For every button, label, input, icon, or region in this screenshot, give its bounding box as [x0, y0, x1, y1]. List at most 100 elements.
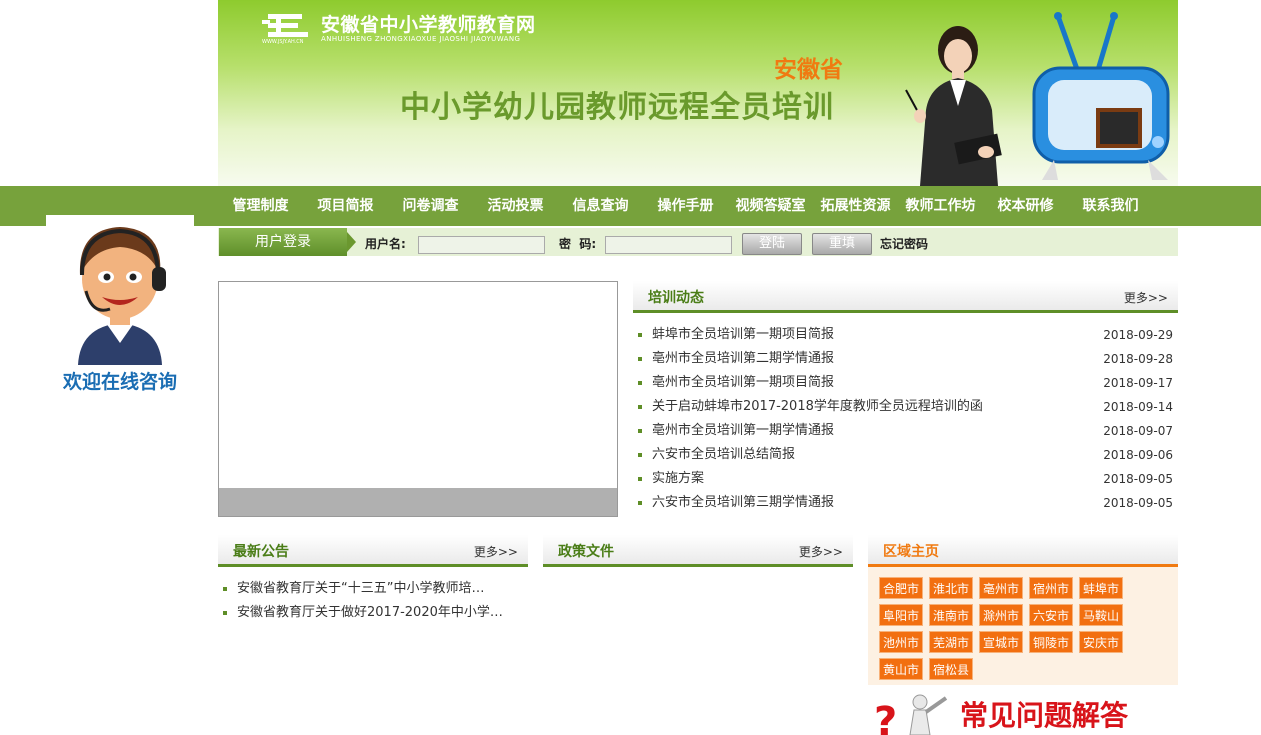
bullet-icon: [638, 477, 642, 481]
region-link[interactable]: 宣城市: [979, 631, 1023, 653]
nav-item-survey[interactable]: 问卷调查: [388, 186, 473, 226]
region-link[interactable]: 合肥市: [879, 577, 923, 599]
notices-more-link[interactable]: 更多>>: [474, 543, 518, 560]
password-label: 密 码:: [559, 237, 597, 251]
notice-link[interactable]: 安徽省教育厅关于做好2017-2020年中小学…: [237, 601, 503, 625]
bullet-icon: [223, 611, 227, 615]
login-button[interactable]: 登陆: [742, 233, 802, 255]
nav-item-contact[interactable]: 联系我们: [1068, 186, 1153, 226]
bullet-icon: [223, 587, 227, 591]
header-banner: 安徽省中小学教师教育网 ANHUISHENG ZHONGXIAOXUE JIAO…: [218, 0, 1178, 186]
training-news-more-link[interactable]: 更多>>: [1124, 289, 1168, 306]
faq-label: 常见问题解答: [960, 699, 1129, 732]
nav-item-resources[interactable]: 拓展性资源: [813, 186, 898, 226]
bullet-icon: [638, 429, 642, 433]
forgot-password-link[interactable]: 忘记密码: [880, 235, 928, 252]
nav-item-school-study[interactable]: 校本研修: [983, 186, 1068, 226]
list-item: 亳州市全员培训第二期学情通报 2018-09-28: [633, 347, 1178, 371]
tv-illustration-icon: [1032, 12, 1170, 180]
list-item: 安徽省教育厅关于做好2017-2020年中小学…: [218, 601, 528, 625]
regions-panel: 合肥市 淮北市 亳州市 宿州市 蚌埠市 阜阳市 淮南市 滁州市 六安市 马鞍山 …: [868, 567, 1178, 685]
region-link[interactable]: 马鞍山: [1079, 604, 1123, 626]
login-tab: 用户登录: [219, 228, 356, 256]
reset-button[interactable]: 重填: [812, 233, 872, 255]
news-link[interactable]: 亳州市全员培训第二期学情通报: [652, 347, 834, 371]
news-date: 2018-09-06: [1103, 448, 1173, 462]
notices-header: 最新公告 更多>>: [218, 535, 528, 567]
slideshow-caption-bar: [219, 488, 617, 516]
page: 安徽省中小学教师教育网 ANHUISHENG ZHONGXIAOXUE JIAO…: [0, 0, 1261, 735]
list-item: 亳州市全员培训第一期项目简报 2018-09-17: [633, 371, 1178, 395]
news-link[interactable]: 关于启动蚌埠市2017-2018学年度教师全员远程培训的函: [652, 395, 983, 419]
news-link[interactable]: 亳州市全员培训第一期项目简报: [652, 371, 834, 395]
news-date: 2018-09-05: [1103, 496, 1173, 510]
list-item: 蚌埠市全员培训第一期项目简报 2018-09-29: [633, 323, 1178, 347]
region-link[interactable]: 亳州市: [979, 577, 1023, 599]
nav-list: 管理制度 项目简报 问卷调查 活动投票 信息查询 操作手册 视频答疑室 拓展性资…: [218, 186, 1153, 226]
site-logo-icon: [262, 14, 308, 37]
region-link[interactable]: 芜湖市: [929, 631, 973, 653]
policy-more-link[interactable]: 更多>>: [799, 543, 843, 560]
list-item: 亳州市全员培训第一期学情通报 2018-09-07: [633, 419, 1178, 443]
news-link[interactable]: 蚌埠市全员培训第一期项目简报: [652, 323, 834, 347]
news-date: 2018-09-05: [1103, 472, 1173, 486]
list-item: 实施方案 2018-09-05: [633, 467, 1178, 491]
nav-item-project-brief[interactable]: 项目简报: [303, 186, 388, 226]
svg-text:?: ?: [874, 699, 897, 735]
bullet-icon: [638, 405, 642, 409]
notice-link[interactable]: 安徽省教育厅关于“十三五”中小学教师培…: [237, 577, 484, 601]
nav-item-manual[interactable]: 操作手册: [643, 186, 728, 226]
region-link[interactable]: 池州市: [879, 631, 923, 653]
bullet-icon: [638, 333, 642, 337]
nav-item-video-qa[interactable]: 视频答疑室: [728, 186, 813, 226]
region-link[interactable]: 黄山市: [879, 658, 923, 680]
news-link[interactable]: 实施方案: [652, 467, 704, 491]
region-link[interactable]: 蚌埠市: [1079, 577, 1123, 599]
nav-item-info-query[interactable]: 信息查询: [558, 186, 643, 226]
news-link[interactable]: 六安市全员培训第三期学情通报: [652, 491, 834, 515]
nav-item-workshop[interactable]: 教师工作坊: [898, 186, 983, 226]
notices-title: 最新公告: [233, 544, 289, 560]
nav-item-management[interactable]: 管理制度: [218, 186, 303, 226]
teacher-illustration-icon: [905, 26, 1002, 186]
list-item: 六安市全员培训第三期学情通报 2018-09-05: [633, 491, 1178, 515]
page-title: 中小学幼儿园教师远程全员培训: [400, 90, 834, 125]
news-link[interactable]: 亳州市全员培训第一期学情通报: [652, 419, 834, 443]
training-news-list: 蚌埠市全员培训第一期项目简报 2018-09-29 亳州市全员培训第二期学情通报 2…: [633, 323, 1178, 515]
training-news-header: 培训动态 更多>>: [633, 281, 1178, 313]
faq-banner[interactable]: ? 常见问题解答: [868, 690, 1178, 735]
username-label: 用户名:: [365, 237, 406, 251]
region-link[interactable]: 宿州市: [1029, 577, 1073, 599]
regions-header: 区域主页: [868, 535, 1178, 567]
question-mark-figure-icon: ?: [874, 694, 948, 735]
password-input[interactable]: [605, 236, 732, 254]
online-consult[interactable]: 欢迎在线咨询: [46, 215, 194, 405]
region-link[interactable]: 淮北市: [929, 577, 973, 599]
regions-title: 区域主页: [883, 544, 939, 560]
bullet-icon: [638, 501, 642, 505]
region-link[interactable]: 滁州市: [979, 604, 1023, 626]
policy-header: 政策文件 更多>>: [543, 535, 853, 567]
news-link[interactable]: 六安市全员培训总结简报: [652, 443, 795, 467]
news-date: 2018-09-14: [1103, 400, 1173, 414]
news-date: 2018-09-28: [1103, 352, 1173, 366]
region-link[interactable]: 铜陵市: [1029, 631, 1073, 653]
region-link[interactable]: 安庆市: [1079, 631, 1123, 653]
list-item: 关于启动蚌埠市2017-2018学年度教师全员远程培训的函 2018-09-14: [633, 395, 1178, 419]
image-slideshow[interactable]: [218, 281, 618, 517]
region-link[interactable]: 宿松县: [929, 658, 973, 680]
region-title: 安徽省: [774, 57, 843, 83]
training-news-title: 培训动态: [648, 290, 704, 306]
policy-title: 政策文件: [558, 544, 614, 560]
consult-label: 欢迎在线咨询: [62, 371, 177, 393]
login-bar: 用户登录 用户名: 密 码: 登陆 重填 忘记密码: [218, 228, 1178, 256]
region-link[interactable]: 阜阳市: [879, 604, 923, 626]
site-url: WWW.JSJY.AH.CN: [262, 39, 304, 45]
bullet-icon: [638, 381, 642, 385]
username-input[interactable]: [418, 236, 545, 254]
region-link[interactable]: 六安市: [1029, 604, 1073, 626]
news-date: 2018-09-29: [1103, 328, 1173, 342]
nav-item-voting[interactable]: 活动投票: [473, 186, 558, 226]
news-date: 2018-09-07: [1103, 424, 1173, 438]
region-link[interactable]: 淮南市: [929, 604, 973, 626]
